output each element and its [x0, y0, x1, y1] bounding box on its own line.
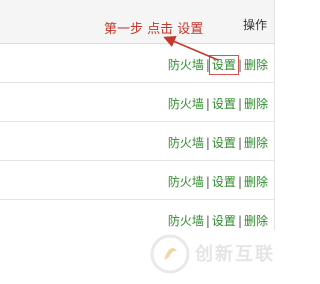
- watermark: 创新互联: [150, 234, 288, 274]
- flame-logo-icon: [150, 234, 190, 274]
- watermark-text: 创新互联: [195, 244, 275, 265]
